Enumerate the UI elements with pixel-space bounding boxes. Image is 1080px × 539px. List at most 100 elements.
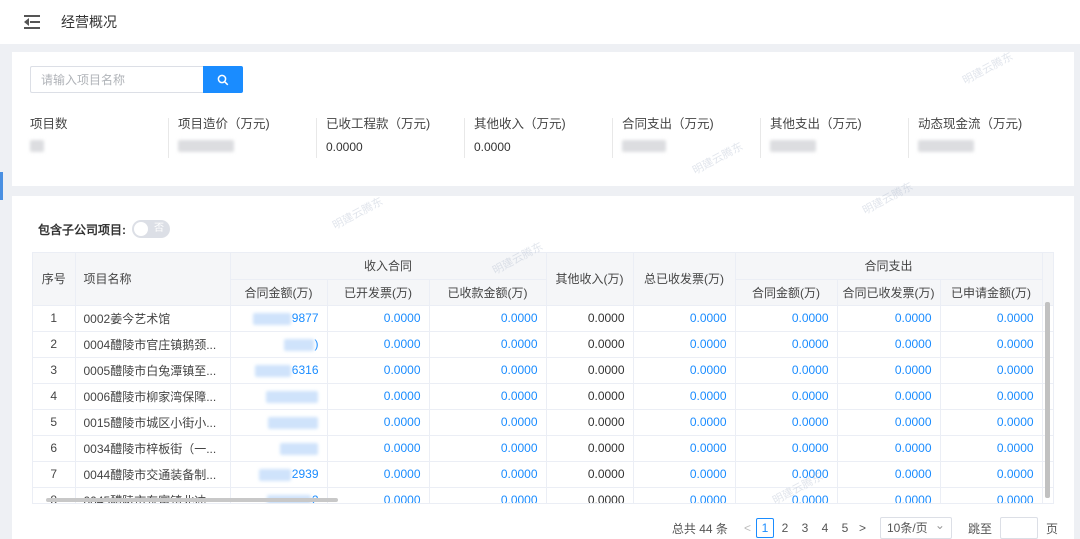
row-exp-contract-amount[interactable]: 0.0000 xyxy=(735,435,838,462)
subsidiary-toggle[interactable]: 否 xyxy=(132,220,170,238)
row-total-invoiced[interactable]: 0.0000 xyxy=(633,461,736,488)
row-contract-amount[interactable] xyxy=(230,383,328,410)
row-received[interactable]: 0.0000 xyxy=(429,409,547,436)
row-contract-amount[interactable] xyxy=(230,435,328,462)
row-total-invoiced[interactable]: 0.0000 xyxy=(633,383,736,410)
row-project-name: 0044醴陵市交通装备制... xyxy=(75,461,231,488)
row-exp-contract-amount[interactable]: 0.0000 xyxy=(735,487,838,503)
table-vertical-scrollbar[interactable] xyxy=(1045,302,1050,498)
row-exp-contract-amount[interactable]: 0.0000 xyxy=(735,409,838,436)
row-exp-applied[interactable]: 0.0000 xyxy=(940,409,1043,436)
top-bar: 经营概况 xyxy=(0,0,1080,44)
toggle-knob xyxy=(134,222,148,236)
table-row[interactable]: 3 0005醴陵市白兔潭镇至... 6316 0.0000 0.0000 0.0000 0.… xyxy=(33,357,1053,384)
row-total-invoiced[interactable]: 0.0000 xyxy=(633,409,736,436)
row-contract-amount[interactable]: 2939 xyxy=(230,461,328,488)
table-row[interactable]: 2 0004醴陵市官庄镇鹅颈...) 0.0000 0.0000 0.0000 0.000… xyxy=(33,331,1053,358)
stat-label: 其他支出（万元) xyxy=(770,117,862,131)
row-received[interactable]: 0.0000 xyxy=(429,357,547,384)
stat-label: 动态现金流（万元) xyxy=(918,117,1023,131)
row-exp-applied[interactable]: 0.0000 xyxy=(940,383,1043,410)
row-invoiced[interactable]: 0.0000 xyxy=(327,461,430,488)
row-exp-applied[interactable]: 0.0000 xyxy=(940,461,1043,488)
jump-page-input[interactable] xyxy=(999,517,1038,539)
project-search-input[interactable] xyxy=(30,66,203,93)
page-button-3[interactable]: 3 xyxy=(796,518,814,538)
row-exp-invoiced[interactable]: 0.0000 xyxy=(837,435,941,462)
stat-other-expense: 其他支出（万元) xyxy=(752,114,900,164)
stat-value: 0.0000 xyxy=(326,140,363,154)
row-exp-applied[interactable]: 0.0000 xyxy=(940,331,1043,358)
row-exp-invoiced[interactable]: 0.0000 xyxy=(837,409,941,436)
subsidiary-filter: 包含子公司项目: 否 xyxy=(38,220,170,238)
row-index: 5 xyxy=(33,409,76,436)
row-received[interactable]: 0.0000 xyxy=(429,461,547,488)
row-invoiced[interactable]: 0.0000 xyxy=(327,487,430,503)
row-contract-amount[interactable] xyxy=(230,409,328,436)
table-horizontal-scrollbar[interactable] xyxy=(46,498,338,502)
redacted-value xyxy=(258,468,291,481)
redacted-value xyxy=(252,312,291,325)
row-exp-applied[interactable]: 0.0000 xyxy=(940,357,1043,384)
row-index: 6 xyxy=(33,435,76,462)
row-exp-invoiced[interactable]: 0.0000 xyxy=(837,383,941,410)
stat-project-cost: 项目造价（万元) xyxy=(160,114,308,164)
row-contract-amount[interactable]: ) xyxy=(230,331,328,358)
row-invoiced[interactable]: 0.0000 xyxy=(327,383,430,410)
redacted-value xyxy=(279,442,318,455)
row-project-name: 0034醴陵市梓板街（一... xyxy=(75,435,231,462)
row-received[interactable]: 0.0000 xyxy=(429,435,547,462)
row-invoiced[interactable]: 0.0000 xyxy=(327,331,430,358)
row-total-invoiced[interactable]: 0.0000 xyxy=(633,487,736,503)
search-button[interactable] xyxy=(203,66,243,93)
jump-label: 跳至 xyxy=(967,521,992,536)
table-row[interactable]: 5 0015醴陵市城区小街小... 0.0000 0.0000 0.0000 0.0000… xyxy=(33,409,1053,436)
row-exp-applied[interactable]: 0.0000 xyxy=(940,435,1043,462)
row-received[interactable]: 0.0000 xyxy=(429,383,547,410)
row-exp-contract-amount[interactable]: 0.0000 xyxy=(735,357,838,384)
collapse-menu-icon[interactable] xyxy=(24,15,40,29)
stat-value-redacted xyxy=(30,140,160,156)
table-row[interactable]: 1 0002姜今艺术馆 9877 0.0000 0.0000 0.0000 0.0000 0.… xyxy=(33,305,1053,332)
row-other-income: 0.0000 xyxy=(546,487,634,503)
redacted-value xyxy=(265,390,318,403)
row-total-invoiced[interactable]: 0.0000 xyxy=(633,331,736,358)
row-total-invoiced[interactable]: 0.0000 xyxy=(633,435,736,462)
col-header-total-invoiced: 总已收发票(万) xyxy=(633,253,736,306)
row-exp-applied[interactable]: 0.0000 xyxy=(940,487,1043,503)
row-received[interactable]: 0.0000 xyxy=(429,305,547,332)
prev-page-button[interactable]: < xyxy=(744,521,751,535)
page-button-4[interactable]: 4 xyxy=(816,518,834,538)
page-button-5[interactable]: 5 xyxy=(836,518,854,538)
stat-other-income: 其他收入（万元) 0.0000 xyxy=(456,114,604,164)
row-exp-invoiced[interactable]: 0.0000 xyxy=(837,461,941,488)
row-exp-invoiced[interactable]: 0.0000 xyxy=(837,305,941,332)
page-button-1[interactable]: 1 xyxy=(755,518,774,538)
row-exp-contract-amount[interactable]: 0.0000 xyxy=(735,305,838,332)
row-invoiced[interactable]: 0.0000 xyxy=(327,409,430,436)
table-row[interactable]: 7 0044醴陵市交通装备制... 2939 0.0000 0.0000 0.0000 0.… xyxy=(33,461,1053,488)
row-exp-contract-amount[interactable]: 0.0000 xyxy=(735,383,838,410)
row-exp-applied[interactable]: 0.0000 xyxy=(940,305,1043,332)
row-invoiced[interactable]: 0.0000 xyxy=(327,357,430,384)
row-received[interactable]: 0.0000 xyxy=(429,331,547,358)
row-exp-invoiced[interactable]: 0.0000 xyxy=(837,331,941,358)
row-exp-contract-amount[interactable]: 0.0000 xyxy=(735,331,838,358)
next-page-button[interactable]: > xyxy=(859,521,866,535)
row-contract-amount[interactable]: 9877 xyxy=(230,305,328,332)
row-total-invoiced[interactable]: 0.0000 xyxy=(633,305,736,332)
row-total-invoiced[interactable]: 0.0000 xyxy=(633,357,736,384)
page-button-2[interactable]: 2 xyxy=(776,518,794,538)
row-exp-invoiced[interactable]: 0.0000 xyxy=(837,357,941,384)
row-invoiced[interactable]: 0.0000 xyxy=(327,305,430,332)
row-exp-invoiced[interactable]: 0.0000 xyxy=(837,487,941,503)
page-size-select[interactable]: 10条/页 xyxy=(879,515,952,539)
row-contract-amount[interactable]: 6316 xyxy=(230,357,328,384)
row-received[interactable]: 0.0000 xyxy=(429,487,547,503)
toggle-text: 否 xyxy=(154,223,164,234)
table-row[interactable]: 6 0034醴陵市梓板街（一... 0.0000 0.0000 0.0000 0.0000… xyxy=(33,435,1053,462)
row-exp-contract-amount[interactable]: 0.0000 xyxy=(735,461,838,488)
row-index: 3 xyxy=(33,357,76,384)
row-invoiced[interactable]: 0.0000 xyxy=(327,435,430,462)
table-row[interactable]: 4 0006醴陵市柳家湾保障... 0.0000 0.0000 0.0000 0.0000… xyxy=(33,383,1053,410)
